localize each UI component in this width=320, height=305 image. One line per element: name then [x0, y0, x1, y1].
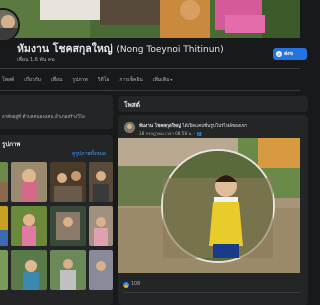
- intro-card: [0, 95, 113, 129]
- caret-down-icon: ▾: [170, 77, 173, 82]
- photo-thumbnail[interactable]: [11, 162, 47, 202]
- like-count[interactable]: 108: [131, 282, 140, 287]
- photo-thumbnail[interactable]: [50, 206, 86, 246]
- post-timestamp[interactable]: 18 กรกฎาคม เวลา 08:58 น. · 👥: [139, 130, 202, 137]
- message-button[interactable]: ✉ ส่งข: [273, 48, 307, 60]
- header-divider: [0, 68, 300, 69]
- post-author-name[interactable]: หัมงาน โชคสกุลใหญ่: [139, 124, 181, 129]
- photo-thumbnail[interactable]: [50, 162, 86, 202]
- photo-thumbnail[interactable]: [0, 206, 8, 246]
- tab-checkins[interactable]: การเช็คอิน: [114, 76, 147, 84]
- friends-count[interactable]: เพื่อน 1.6 พัน คน: [17, 56, 55, 64]
- see-all-photos-link[interactable]: ดูรูปภาพทั้งหมด: [72, 150, 106, 158]
- photo-thumbnail[interactable]: [89, 206, 113, 246]
- tab-more[interactable]: เพิ่มเติม▾: [148, 76, 178, 84]
- photo-thumbnail[interactable]: [11, 206, 47, 246]
- tab-posts[interactable]: โพสต์: [0, 76, 19, 84]
- photo-thumbnail[interactable]: [0, 250, 8, 290]
- photo-thumbnail[interactable]: [89, 250, 113, 290]
- photo-thumbnail[interactable]: [0, 162, 8, 202]
- intro-location-text: อาศัยอยู่ที่ ตำบลหนองแคน อำเภอสร้างวิไล: [2, 115, 85, 120]
- profile-name-thai: หัมงาน โชคสกุลใหญ่: [17, 43, 113, 55]
- photos-title: รูปภาพ: [2, 141, 21, 148]
- tabs-divider: [0, 90, 300, 91]
- messenger-icon: ✉: [276, 51, 282, 57]
- tab-more-label: เพิ่มเติม: [152, 77, 170, 83]
- post-action-text: ได้เปิดแคปชั่นรูปโปรไฟล์ของเขา: [182, 124, 248, 129]
- cover-photo[interactable]: [0, 0, 300, 38]
- photo-thumbnail[interactable]: [11, 250, 47, 290]
- posts-header-card: [118, 96, 308, 112]
- tab-about[interactable]: เกี่ยวกับ: [19, 76, 46, 84]
- tab-videos[interactable]: วิดีโอ: [93, 76, 115, 84]
- profile-name: หัมงาน โชคสกุลใหญ่ (Nong Toeynoi Thitinu…: [17, 40, 267, 57]
- photo-thumbnail[interactable]: [89, 162, 113, 202]
- like-icon: 👍: [123, 282, 129, 288]
- tab-friends[interactable]: เพื่อน: [46, 76, 67, 84]
- posts-title: โพสต์: [124, 101, 140, 109]
- photo-thumbnail[interactable]: [50, 250, 86, 290]
- post-photo[interactable]: [118, 138, 300, 273]
- post-footer-divider: [123, 292, 300, 293]
- profile-name-english: (Nong Toeynoi Thitinun): [116, 45, 224, 55]
- message-button-label: ส่งข: [284, 51, 293, 57]
- profile-tabs: โพสต์ เกี่ยวกับ เพื่อน รูปภาพ วิดีโอ การ…: [0, 70, 300, 90]
- tab-photos[interactable]: รูปภาพ: [67, 76, 92, 84]
- post-author-avatar[interactable]: [124, 122, 135, 133]
- post-author-line: หัมงาน โชคสกุลใหญ่ ได้เปิดแคปชั่นรูปโปรไ…: [139, 123, 247, 130]
